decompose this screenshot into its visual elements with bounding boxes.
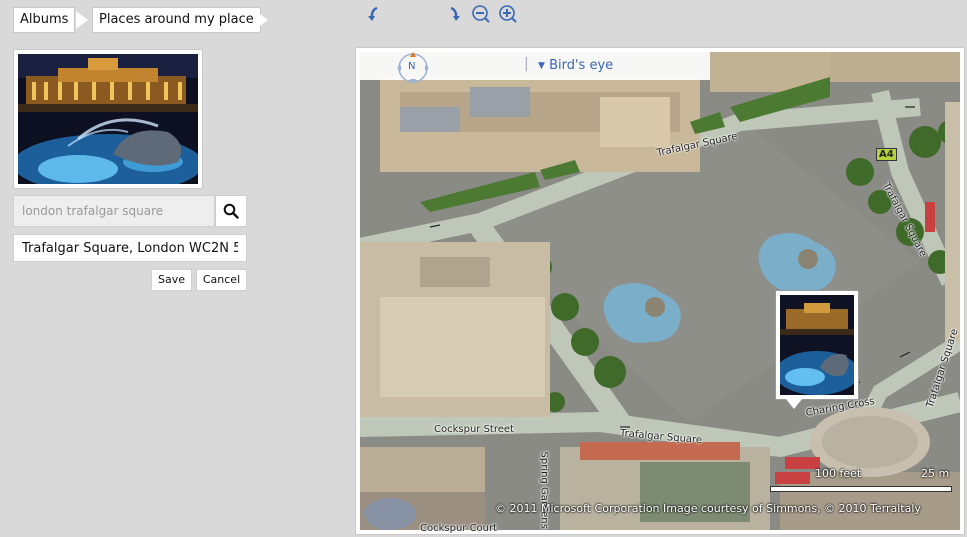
toolbar-divider: | <box>524 56 529 72</box>
trafalgar-fountain-night-photo <box>775 295 859 395</box>
search-icon <box>223 203 239 219</box>
trafalgar-fountain-night-photo <box>13 54 203 194</box>
rotate-left-icon[interactable] <box>365 4 385 24</box>
save-button[interactable]: Save <box>151 269 192 291</box>
street-label-spring-gardens: Spring Gardens <box>538 451 550 529</box>
scale-meters: 25 m <box>921 467 950 480</box>
breadcrumb-separator-icon <box>256 11 268 29</box>
search-input[interactable] <box>13 195 215 227</box>
street-label-cockspur-court: Cockspur Court <box>420 523 498 534</box>
breadcrumb-places[interactable]: Places around my place <box>92 7 261 33</box>
road-badge-a4: A4 <box>876 148 897 161</box>
street-label-cockspur-street: Cockspur Street <box>434 424 514 435</box>
scale-bar <box>770 486 952 492</box>
search-button[interactable] <box>215 195 247 227</box>
photo-thumbnail[interactable] <box>13 49 203 194</box>
view-mode-label: Bird's eye <box>549 58 614 73</box>
scale-feet: 100 feet <box>815 467 862 480</box>
view-mode-dropdown[interactable]: ▼ Bird's eye <box>538 58 613 73</box>
zoom-out-icon[interactable] <box>471 4 491 24</box>
map-pin-pointer <box>786 399 802 409</box>
cancel-button[interactable]: Cancel <box>196 269 247 291</box>
zoom-in-icon[interactable] <box>498 4 518 24</box>
address-field[interactable] <box>13 234 247 262</box>
birds-eye-map[interactable] <box>360 52 960 530</box>
map-copyright: © 2011 Microsoft Corporation Image court… <box>495 502 921 515</box>
breadcrumb-albums[interactable]: Albums <box>13 7 76 33</box>
map-photo-pin[interactable] <box>775 290 859 400</box>
rotate-right-icon[interactable] <box>443 4 463 24</box>
aerial-map-image <box>360 52 960 530</box>
breadcrumb-separator-icon <box>76 11 88 29</box>
compass-north-label: N <box>408 61 416 72</box>
chevron-down-icon: ▼ <box>538 61 545 71</box>
